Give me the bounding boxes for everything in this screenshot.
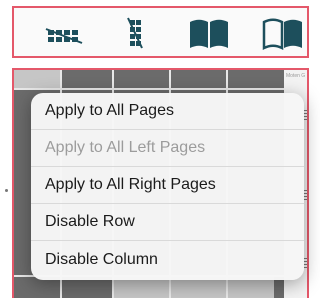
menu-item-apply-all-right-pages[interactable]: Apply to All Right Pages <box>31 167 304 204</box>
menu-item-apply-all-pages[interactable]: Apply to All Pages <box>31 93 304 130</box>
context-menu: Apply to All Pages Apply to All Left Pag… <box>31 93 304 280</box>
menu-item-apply-all-left-pages: Apply to All Left Pages <box>31 130 304 167</box>
menu-item-disable-column[interactable]: Disable Column <box>31 241 304 278</box>
grid-line <box>14 88 284 90</box>
menu-item-disable-row[interactable]: Disable Row <box>31 204 304 241</box>
open-book-outline-icon[interactable] <box>260 16 306 50</box>
strikethrough-column-icon[interactable] <box>122 16 148 50</box>
marker-dot <box>5 189 8 192</box>
side-page-label: Moten G <box>286 73 306 79</box>
strikethrough-row-icon[interactable] <box>42 16 86 50</box>
open-book-filled-icon[interactable] <box>186 16 232 50</box>
layout-toolbar <box>12 6 309 58</box>
page-cell-light[interactable] <box>14 70 60 88</box>
